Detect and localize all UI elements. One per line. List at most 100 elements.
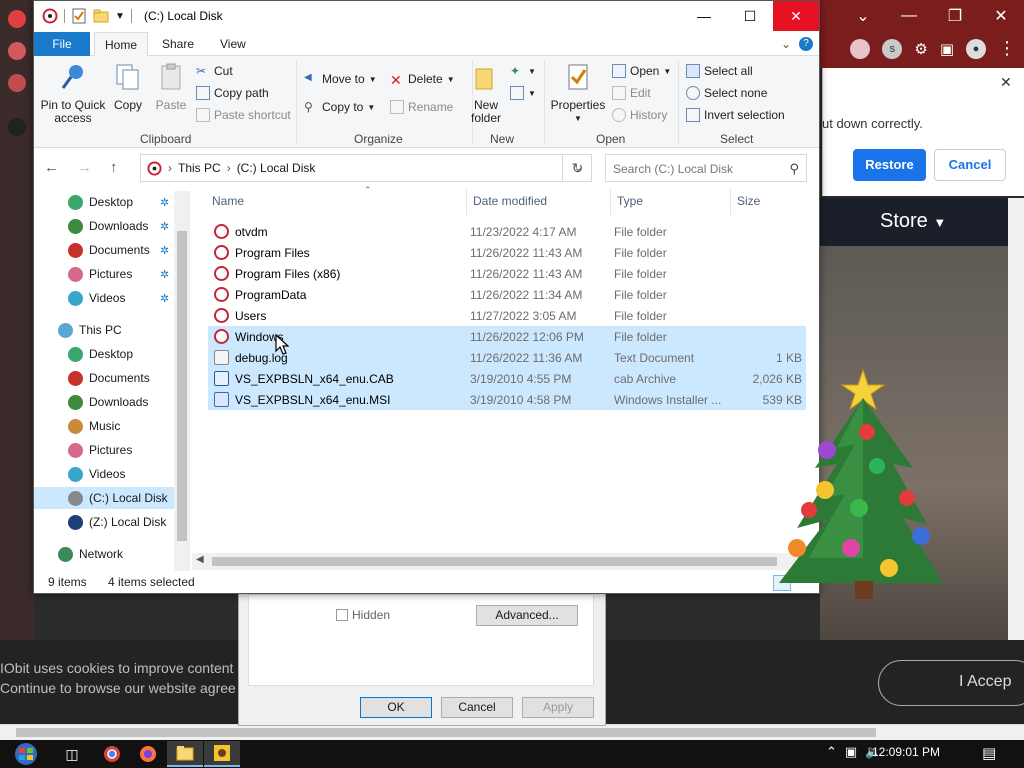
breadcrumb-this-pc[interactable]: This PC [178,161,221,175]
file-explorer-taskbar-icon[interactable] [167,741,203,767]
copy-button[interactable]: Copy [110,62,146,112]
back-arrow-icon[interactable]: ← [44,159,59,176]
nav-item[interactable]: Documents [34,367,174,389]
chevron-down-icon[interactable]: ⌄ [840,0,886,32]
nav-item[interactable]: Network [34,543,174,565]
nav-item[interactable]: This PC [34,319,174,341]
forward-arrow-icon[interactable]: → [77,159,92,176]
nav-item[interactable]: Pictures ✲ [34,263,174,285]
chevron-down-icon[interactable]: ▼ [115,11,125,22]
scroll-left-icon[interactable]: ◀ [196,554,204,565]
restore-icon[interactable]: ❐ [932,0,978,32]
address-bar[interactable]: › This PC › (C:) Local Disk ⌄ [140,154,592,182]
extension-icon[interactable] [850,38,871,59]
scrollbar-thumb[interactable] [177,231,187,541]
scrollbar-thumb[interactable] [16,728,876,737]
table-row[interactable]: otvdm 11/23/2022 4:17 AM File folder [208,221,806,242]
properties-check-icon[interactable] [71,8,87,24]
hidden-checkbox[interactable] [336,609,348,621]
open-button[interactable]: Open ▼ [612,64,671,78]
paste-button[interactable]: Paste [152,62,190,112]
store-link[interactable]: Store ▼ [880,210,946,233]
invert-selection-button[interactable]: Invert selection [686,108,785,122]
firefox-icon[interactable] [130,741,166,767]
title-bar[interactable]: ▼ (C:) Local Disk — ☐ ✕ [34,1,819,32]
task-view-icon[interactable]: ◫ [54,741,90,767]
close-icon[interactable]: ✕ [978,0,1024,32]
copy-to-button[interactable]: ⚲ Copy to ▼ [304,100,375,114]
column-header-date[interactable]: Date modified [473,194,547,214]
help-icon[interactable]: ? [799,37,813,51]
expand-ribbon-icon[interactable]: ⌄ [781,37,791,51]
tab-favicon[interactable] [8,42,26,60]
chrome-icon[interactable] [94,741,130,767]
network-icon[interactable]: ▣ [845,744,857,760]
clock[interactable]: 12:09:01 PM [872,745,940,759]
pin-to-quick-access-button[interactable]: Pin to Quick access [40,62,106,125]
close-icon[interactable]: ✕ [773,1,819,31]
chevron-up-icon[interactable]: ⌃ [826,744,837,760]
sidebar-icon[interactable]: ▣ [940,40,954,58]
column-header-name[interactable]: Name [212,194,244,214]
move-to-button[interactable]: ◀ Move to ▼ [304,72,377,86]
tab-favicon[interactable] [8,74,26,92]
app-taskbar-icon[interactable] [204,741,240,767]
table-row[interactable]: VS_EXPBSLN_x64_enu.CAB 3/19/2010 4:55 PM c… [208,368,806,389]
select-none-button[interactable]: Select none [686,86,767,100]
search-icon[interactable]: ⚲ [789,161,799,177]
accept-cookies-button[interactable]: I Accep [878,660,1024,706]
more-menu-icon[interactable]: ⋮ [998,38,1016,59]
search-input[interactable]: Search (C:) Local Disk ⚲ [605,154,807,182]
cancel-button[interactable]: Cancel [934,149,1006,181]
dialog-cancel-button[interactable]: Cancel [441,697,513,718]
nav-item[interactable]: Music [34,415,174,437]
tab-home[interactable]: Home [94,32,149,56]
nav-item[interactable]: Pictures [34,439,174,461]
tab-favicon[interactable] [8,10,26,28]
horizontal-scrollbar[interactable] [0,724,1024,740]
tab-share[interactable]: Share [152,32,204,56]
nav-item[interactable]: Desktop ✲ [34,191,174,213]
ok-button[interactable]: OK [360,697,432,718]
refresh-icon[interactable]: ↻ [562,154,592,182]
nav-item[interactable]: Videos [34,463,174,485]
apply-button[interactable]: Apply [522,697,594,718]
history-button[interactable]: History [612,108,667,122]
table-row[interactable]: VS_EXPBSLN_x64_enu.MSI 3/19/2010 4:58 PM W… [208,389,806,410]
start-button[interactable] [6,741,46,767]
maximize-icon[interactable]: ☐ [727,1,773,31]
file-list-hscrollbar[interactable]: ◀ [192,553,819,570]
nav-item[interactable]: Documents ✲ [34,239,174,261]
new-folder-icon[interactable] [93,8,109,24]
column-header-size[interactable]: Size [737,194,760,214]
breadcrumb-local-disk[interactable]: (C:) Local Disk [237,161,316,175]
table-row[interactable]: debug.log 11/26/2022 11:36 AM Text Documen… [208,347,806,368]
easy-access-button[interactable]: ▼ [510,86,536,100]
tab-view[interactable]: View [210,32,256,56]
rename-button[interactable]: Rename [390,100,453,114]
properties-button[interactable]: Properties ▼ [548,62,608,125]
paste-shortcut-button[interactable]: Paste shortcut [196,108,291,122]
nav-pane-scrollbar[interactable] [174,191,190,571]
tab-file[interactable]: File [34,32,90,56]
column-divider[interactable] [730,189,731,215]
up-arrow-icon[interactable]: ↑ [110,159,118,176]
nav-item[interactable]: Videos ✲ [34,287,174,309]
nav-item[interactable]: (C:) Local Disk [34,487,174,509]
extension-icon[interactable]: s [882,38,903,59]
table-row[interactable]: Program Files (x86) 11/26/2022 11:43 AM Fi… [208,263,806,284]
column-divider[interactable] [466,189,467,215]
nav-item[interactable]: Downloads ✲ [34,215,174,237]
avatar[interactable]: ● [966,38,986,59]
close-icon[interactable]: ✕ [1000,74,1012,91]
nav-item[interactable]: Downloads [34,391,174,413]
delete-button[interactable]: ✕ Delete ▼ [390,72,455,88]
column-divider[interactable] [610,189,611,215]
new-folder-button[interactable]: New folder [468,62,504,125]
new-item-button[interactable]: ✦ ▼ [510,64,536,78]
advanced-button[interactable]: Advanced... [476,605,578,626]
minimize-icon[interactable]: — [886,0,932,32]
table-row[interactable]: Users 11/27/2022 3:05 AM File folder [208,305,806,326]
edit-button[interactable]: Edit [612,86,651,100]
puzzle-icon[interactable]: ⚙ [914,40,927,58]
